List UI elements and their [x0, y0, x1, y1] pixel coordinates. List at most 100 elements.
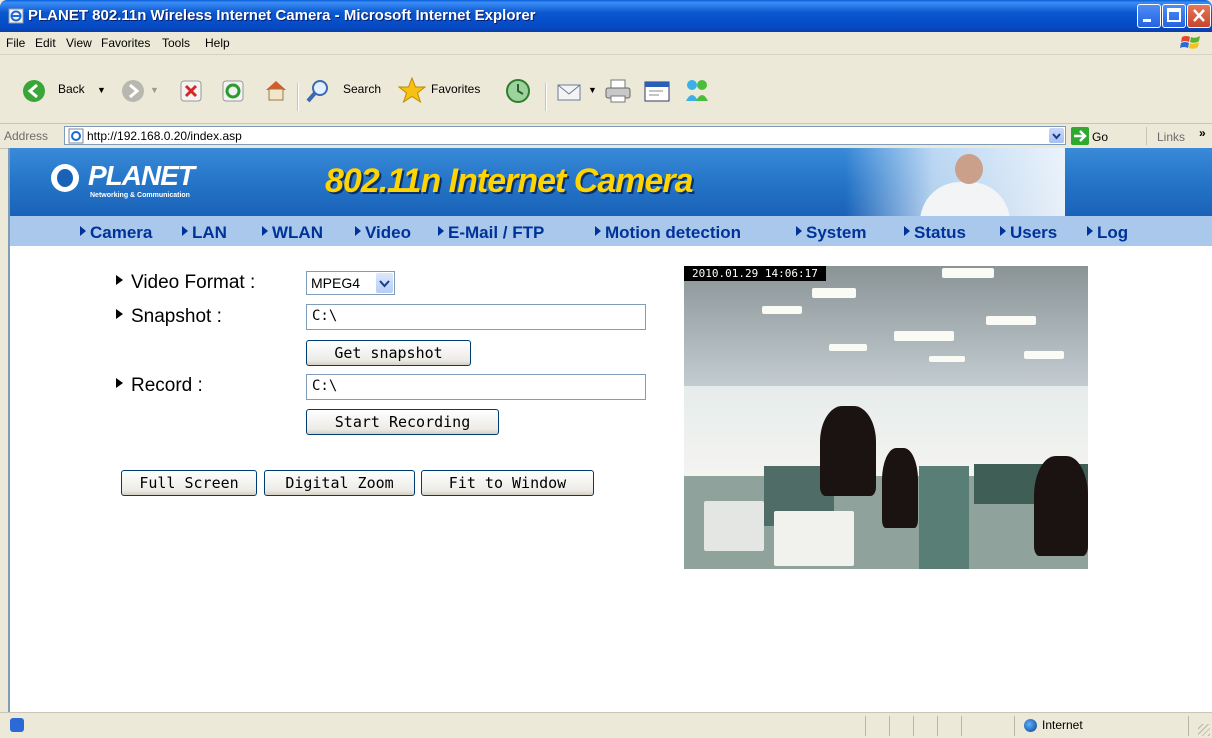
- nav-arrow-icon: [1087, 226, 1093, 236]
- internet-zone-icon: [1024, 719, 1037, 732]
- back-dropdown-arrow-icon[interactable]: ▼: [97, 85, 106, 95]
- brand-name: PLANET: [88, 160, 195, 191]
- back-icon[interactable]: [22, 79, 46, 103]
- page-content: PLANET Networking & Communication 802.11…: [8, 148, 1212, 712]
- history-icon[interactable]: [505, 78, 531, 104]
- video-format-select[interactable]: MPEG4: [306, 271, 395, 295]
- nav-arrow-icon: [595, 226, 601, 236]
- close-icon: [1193, 9, 1205, 22]
- mail-icon[interactable]: [556, 79, 584, 103]
- title-bar: PLANET 802.11n Wireless Internet Camera …: [0, 0, 1212, 32]
- nav-lan[interactable]: LAN: [182, 223, 227, 243]
- windows-logo-icon: [1180, 36, 1200, 49]
- window-title: PLANET 802.11n Wireless Internet Camera …: [28, 7, 536, 24]
- address-separator: [1146, 127, 1147, 145]
- nav-users[interactable]: Users: [1000, 223, 1057, 243]
- record-label: Record :: [116, 375, 203, 397]
- video-format-dropdown-button[interactable]: [376, 273, 393, 293]
- go-button[interactable]: [1071, 127, 1089, 145]
- home-icon[interactable]: [263, 78, 289, 102]
- nav-arrow-icon: [355, 226, 361, 236]
- nav-status[interactable]: Status: [904, 223, 966, 243]
- favorites-button[interactable]: Favorites: [431, 82, 480, 96]
- nav-system[interactable]: System: [796, 223, 866, 243]
- chevron-right-double-icon[interactable]: »: [1199, 126, 1206, 140]
- back-button[interactable]: Back: [58, 82, 85, 96]
- menu-file[interactable]: File: [6, 36, 25, 50]
- forward-icon[interactable]: [121, 79, 145, 103]
- chevron-down-icon: [379, 280, 390, 288]
- maximize-icon: [1167, 8, 1181, 22]
- snapshot-path-input[interactable]: C:\: [306, 304, 646, 330]
- page-status-icon: [10, 718, 24, 732]
- links-button[interactable]: Links: [1157, 130, 1185, 144]
- bullet-arrow-icon: [116, 378, 123, 388]
- mail-dropdown-arrow-icon[interactable]: ▼: [588, 85, 597, 95]
- toolbar-separator: [297, 83, 299, 111]
- menu-edit[interactable]: Edit: [35, 36, 56, 50]
- toolbar: Back ▼ ▼ Search Favorites ▼: [0, 55, 1212, 124]
- address-label: Address: [4, 129, 49, 143]
- nav-arrow-icon: [904, 226, 910, 236]
- nav-wlan[interactable]: WLAN: [262, 223, 323, 243]
- nav-arrow-icon: [262, 226, 268, 236]
- minimize-button[interactable]: [1137, 4, 1161, 28]
- address-input[interactable]: http://192.168.0.20/index.asp: [64, 126, 1066, 145]
- nav-bar: Camera LAN WLAN Video E-Mail / FTP Motio…: [10, 216, 1212, 246]
- nav-video[interactable]: Video: [355, 223, 411, 243]
- menu-tools[interactable]: Tools: [162, 36, 190, 50]
- banner-title: 802.11n Internet Camera: [325, 162, 694, 200]
- video-format-label: Video Format :: [116, 272, 255, 294]
- minimize-icon: [1143, 19, 1151, 22]
- nav-arrow-icon: [80, 226, 86, 236]
- menu-favorites[interactable]: Favorites: [101, 36, 150, 50]
- messenger-icon[interactable]: [682, 77, 712, 105]
- address-dropdown-button[interactable]: [1049, 128, 1064, 143]
- edit-icon[interactable]: [643, 78, 671, 104]
- nav-arrow-icon: [438, 226, 444, 236]
- full-screen-button[interactable]: Full Screen: [121, 470, 257, 496]
- toolbar-separator: [545, 83, 547, 111]
- refresh-icon[interactable]: [222, 80, 244, 102]
- digital-zoom-button[interactable]: Digital Zoom: [264, 470, 415, 496]
- search-icon[interactable]: [305, 78, 331, 104]
- video-timestamp: 2010.01.29 14:06:17: [684, 266, 826, 281]
- camera-video-feed[interactable]: 2010.01.29 14:06:17: [684, 266, 1088, 569]
- forward-dropdown-arrow-icon[interactable]: ▼: [150, 85, 159, 95]
- banner-person-head: [955, 154, 983, 184]
- address-url: http://192.168.0.20/index.asp: [87, 129, 242, 143]
- nav-camera[interactable]: Camera: [80, 223, 152, 243]
- ie-page-icon: [8, 8, 24, 24]
- ie-window: PLANET 802.11n Wireless Internet Camera …: [0, 0, 1212, 738]
- close-button[interactable]: [1187, 4, 1211, 28]
- print-icon[interactable]: [604, 78, 632, 104]
- brand-tagline: Networking & Communication: [90, 192, 190, 199]
- address-bar: Address http://192.168.0.20/index.asp Go…: [0, 124, 1212, 149]
- nav-log[interactable]: Log: [1087, 223, 1128, 243]
- bullet-arrow-icon: [116, 309, 123, 319]
- go-arrow-icon: [1074, 130, 1087, 142]
- page-icon: [68, 128, 84, 144]
- search-button[interactable]: Search: [343, 82, 381, 96]
- security-zone-label: Internet: [1042, 718, 1083, 732]
- bullet-arrow-icon: [116, 275, 123, 285]
- go-label[interactable]: Go: [1092, 130, 1108, 144]
- record-path-input[interactable]: C:\: [306, 374, 646, 400]
- snapshot-label: Snapshot :: [116, 306, 222, 328]
- maximize-button[interactable]: [1162, 4, 1186, 28]
- nav-arrow-icon: [182, 226, 188, 236]
- resize-grip-icon[interactable]: [1198, 724, 1210, 736]
- menu-view[interactable]: View: [66, 36, 92, 50]
- get-snapshot-button[interactable]: Get snapshot: [306, 340, 471, 366]
- menu-help[interactable]: Help: [205, 36, 230, 50]
- nav-email-ftp[interactable]: E-Mail / FTP: [438, 223, 544, 243]
- nav-motion-detection[interactable]: Motion detection: [595, 223, 741, 243]
- stop-icon[interactable]: [180, 80, 202, 102]
- fit-to-window-button[interactable]: Fit to Window: [421, 470, 594, 496]
- start-recording-button[interactable]: Start Recording: [306, 409, 499, 435]
- banner: PLANET Networking & Communication 802.11…: [10, 148, 1212, 216]
- planet-logo-icon: [51, 164, 79, 192]
- favorites-star-icon[interactable]: [398, 77, 426, 103]
- menu-bar: File Edit View Favorites Tools Help: [0, 32, 1212, 55]
- nav-arrow-icon: [1000, 226, 1006, 236]
